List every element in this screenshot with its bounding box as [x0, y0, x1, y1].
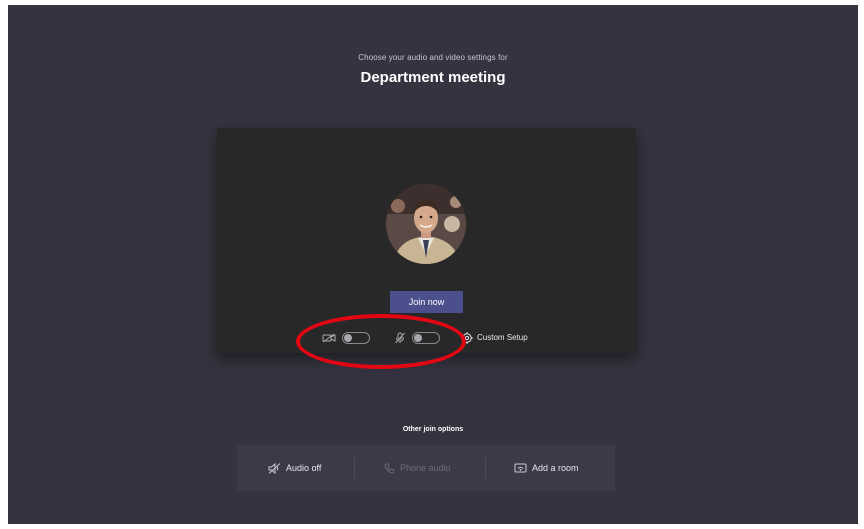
add-room-label: Add a room	[532, 463, 579, 473]
phone-icon	[384, 463, 395, 473]
audio-off-option[interactable]: Audio off	[268, 445, 321, 491]
cast-screen-icon	[514, 463, 527, 472]
pre-join-screen: Choose your audio and video settings for…	[8, 5, 858, 524]
divider	[485, 458, 486, 478]
other-join-options-heading: Other join options	[402, 426, 464, 433]
custom-setup-link[interactable]: Custom Setup	[477, 333, 528, 342]
phone-audio-option[interactable]: Phone audio	[384, 445, 451, 491]
divider	[354, 458, 355, 478]
audio-off-label: Audio off	[286, 463, 322, 473]
speaker-off-icon	[268, 462, 281, 474]
avatar	[386, 184, 466, 264]
other-join-options: Audio off Phone audio Add a room	[237, 445, 615, 491]
add-room-option[interactable]: Add a room	[514, 445, 579, 491]
meeting-title: Department meeting	[360, 69, 506, 86]
annotation-circle	[296, 314, 466, 369]
settings-subtitle: Choose your audio and video settings for	[358, 53, 508, 62]
phone-audio-label: Phone audio	[400, 463, 451, 473]
join-now-button[interactable]: Join now	[390, 291, 463, 313]
